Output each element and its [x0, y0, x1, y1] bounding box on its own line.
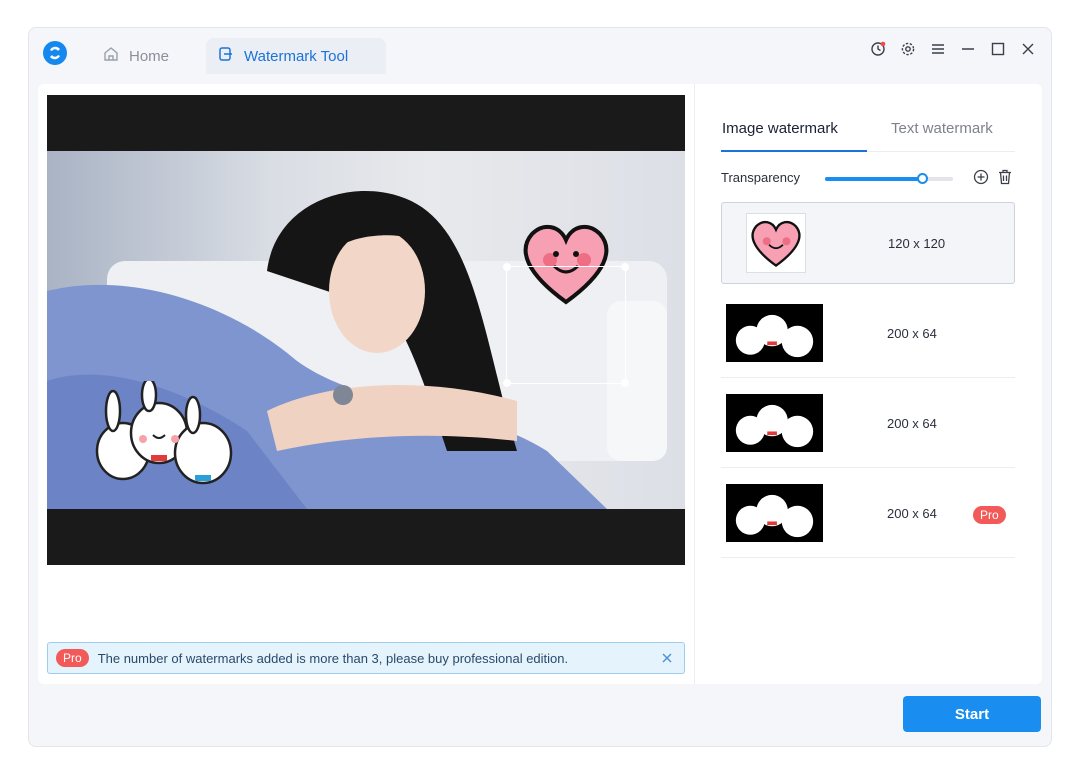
heart-thumbnail	[746, 213, 806, 273]
bunny-thumbnail	[726, 484, 823, 542]
selection-box[interactable]	[503, 263, 629, 387]
watermark-item[interactable]: 200 x 64 Pro	[721, 468, 1015, 558]
tab-watermark-tool[interactable]: Watermark Tool	[206, 38, 386, 74]
gear-icon[interactable]	[899, 40, 917, 58]
bunny-watermark	[95, 381, 233, 485]
watermark-size: 200 x 64	[887, 416, 937, 431]
pro-notice: Pro The number of watermarks added is mo…	[47, 642, 685, 674]
pro-badge: Pro	[56, 649, 89, 667]
minimize-icon[interactable]	[959, 40, 977, 58]
start-button[interactable]: Start	[903, 696, 1041, 732]
tab-home-label: Home	[129, 47, 170, 65]
watermark-panel: Image watermark Text watermark Transpare…	[695, 84, 1042, 684]
app-window: Home Watermark Tool Pro The number of wa…	[28, 27, 1052, 747]
clock-icon[interactable]	[869, 40, 887, 58]
window-controls	[869, 40, 1037, 58]
transparency-row: Transparency	[721, 168, 1015, 188]
watermark-size: 120 x 120	[888, 236, 946, 251]
resize-handle[interactable]	[621, 263, 629, 271]
tab-text-watermark[interactable]: Text watermark	[891, 120, 993, 137]
close-icon[interactable]	[660, 651, 674, 665]
slider-thumb[interactable]	[917, 173, 929, 184]
resize-handle[interactable]	[503, 379, 511, 387]
tab-image-watermark[interactable]: Image watermark	[721, 120, 867, 152]
pro-badge: Pro	[973, 506, 1006, 524]
watermark-tabs: Image watermark Text watermark	[721, 120, 1015, 152]
resize-handle[interactable]	[503, 263, 511, 271]
trash-icon[interactable]	[998, 169, 1012, 185]
app-logo-icon	[43, 41, 67, 65]
close-icon[interactable]	[1019, 40, 1037, 58]
slider-fill	[825, 177, 923, 181]
watermark-item[interactable]: 200 x 64	[721, 288, 1015, 378]
title-bar: Home Watermark Tool	[29, 28, 1051, 74]
main-content: Pro The number of watermarks added is mo…	[38, 84, 1042, 684]
watermark-size: 200 x 64	[887, 506, 937, 521]
bunny-thumbnail	[726, 394, 823, 452]
watermark-size: 200 x 64	[887, 326, 937, 341]
watermark-tool-icon	[218, 46, 234, 66]
transparency-label: Transparency	[721, 170, 800, 185]
resize-handle[interactable]	[621, 379, 629, 387]
bunny-thumbnail	[726, 304, 823, 362]
canvas-area: Pro The number of watermarks added is mo…	[38, 84, 695, 684]
menu-icon[interactable]	[929, 40, 947, 58]
watermark-list: 120 x 120 200 x 64 200 x 64 200 x 64 Pro	[721, 202, 1015, 558]
notice-text: The number of watermarks added is more t…	[97, 650, 569, 666]
watermark-item[interactable]: 200 x 64	[721, 378, 1015, 468]
image-preview[interactable]	[47, 95, 685, 565]
home-icon	[103, 46, 119, 66]
photo	[47, 151, 685, 509]
tab-watermark-label: Watermark Tool	[244, 47, 349, 65]
add-icon[interactable]	[973, 169, 989, 185]
transparency-slider[interactable]	[825, 173, 953, 184]
watermark-item[interactable]: 120 x 120	[721, 202, 1015, 284]
maximize-icon[interactable]	[989, 40, 1007, 58]
tab-home[interactable]: Home	[103, 38, 203, 74]
